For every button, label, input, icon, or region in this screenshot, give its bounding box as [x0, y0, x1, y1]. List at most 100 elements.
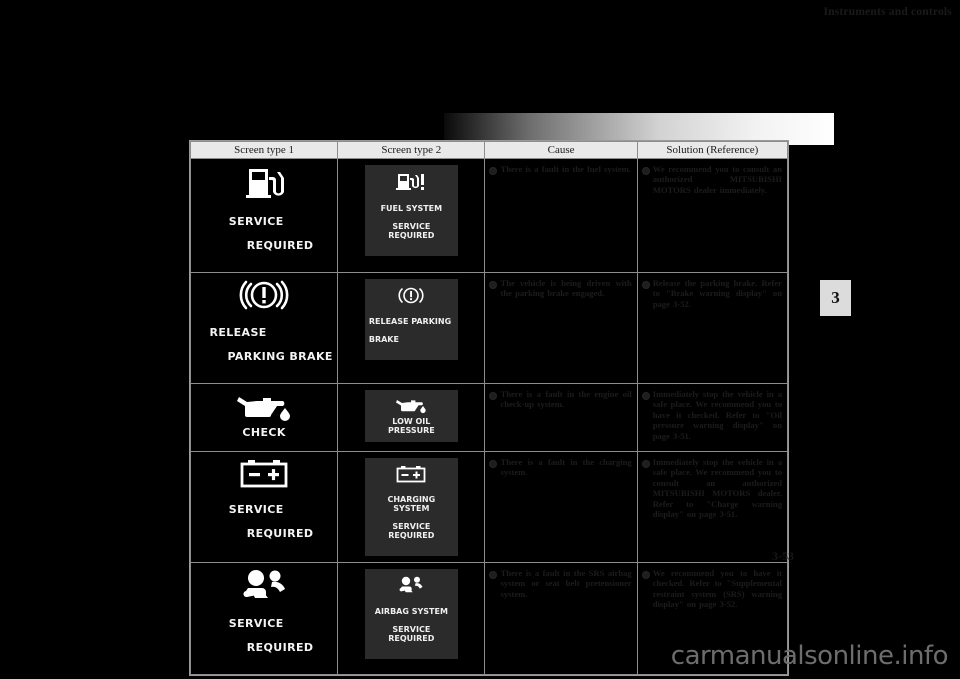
- instrument-display-panel: SERVICE REQUIRED: [191, 563, 337, 674]
- screen-type-2-label-line1: FUEL SYSTEM: [380, 204, 443, 213]
- page-number: 3-53: [772, 549, 794, 563]
- solution-cell: Immediately stop the vehicle in a safe p…: [636, 451, 789, 563]
- screen-type-1-cell: CHECK: [189, 383, 339, 452]
- screen-type-2-label-line2: SERVICE REQUIRED: [388, 222, 435, 240]
- brake-warning-icon: [238, 279, 290, 312]
- airbag-icon: [239, 569, 289, 603]
- screen-type-2-cell: LOW OIL PRESSURE: [337, 383, 486, 452]
- instrument-display-panel: CHARGING SYSTEM SERVICE REQUIRED: [364, 458, 458, 556]
- screen-type-2-label: LOW OIL PRESSURE: [387, 417, 435, 435]
- column-header-solution: Solution (Reference): [636, 141, 789, 159]
- screen-type-2-label: RELEASE PARKING BRAKE: [369, 308, 454, 353]
- cause-cell: The vehicle is being driven with the par…: [484, 272, 638, 384]
- site-watermark: carmanualsonline.info: [670, 641, 949, 671]
- cause-text: There is a fault in the charging system.: [500, 457, 632, 478]
- warning-display-table: Screen type 1 Screen type 2 Cause Soluti…: [189, 140, 789, 676]
- screen-type-2-label: CHARGING SYSTEM SERVICE REQUIRED: [369, 486, 454, 549]
- bullet-icon: [641, 167, 650, 175]
- screen-type-2-label-line1: AIRBAG SYSTEM: [374, 607, 448, 616]
- battery-icon: [238, 458, 290, 489]
- chapter-tab: 3: [820, 280, 851, 316]
- table-header-row: Screen type 1 Screen type 2 Cause Soluti…: [189, 141, 789, 159]
- screen-type-1-label-line2: REQUIRED: [246, 239, 314, 252]
- screen-type-1-label-line2: REQUIRED: [246, 641, 314, 654]
- screen-type-2-cell: CHARGING SYSTEM SERVICE REQUIRED: [337, 451, 486, 563]
- solution-cell: Release the parking brake. Refer to "Bra…: [636, 272, 789, 384]
- bullet-icon: [641, 571, 650, 579]
- cause-cell: There is a fault in the engine oil check…: [484, 383, 638, 452]
- screen-type-1-cell: SERVICE REQUIRED: [189, 562, 339, 675]
- cause-text: There is a fault in the SRS airbag syste…: [500, 568, 632, 599]
- chapter-tab-number: 3: [831, 288, 840, 307]
- screen-type-1-label-line1: SERVICE: [228, 617, 284, 630]
- screen-type-1-cell: SERVICE REQUIRED: [189, 451, 339, 563]
- bullet-icon: [489, 392, 498, 400]
- screen-type-2-cell: RELEASE PARKING BRAKE: [337, 272, 486, 384]
- bullet-icon: [641, 281, 650, 289]
- screen-type-1-cell: SERVICE REQUIRED: [189, 158, 339, 273]
- airbag-icon: [397, 576, 425, 595]
- table-row: CHECK LOW OIL PRESSURE There is a fault …: [189, 383, 789, 452]
- fuel-pump-exclamation-icon: [394, 172, 428, 192]
- instrument-display-panel: FUEL SYSTEM SERVICE REQUIRED: [364, 165, 458, 256]
- table-row: SERVICE REQUIRED: [189, 158, 789, 273]
- cause-text: There is a fault in the engine oil check…: [500, 389, 632, 410]
- cause-text: There is a fault in the fuel system.: [500, 164, 631, 174]
- screen-type-2-cell: AIRBAG SYSTEM SERVICE REQUIRED: [337, 562, 486, 675]
- screen-type-1-label-line1: RELEASE: [209, 326, 267, 339]
- screen-type-1-label: CHECK: [242, 426, 286, 439]
- bullet-icon: [489, 460, 498, 468]
- bullet-icon: [489, 571, 498, 579]
- instrument-display-panel: AIRBAG SYSTEM SERVICE REQUIRED: [364, 569, 458, 659]
- screen-type-2-label: FUEL SYSTEM SERVICE REQUIRED: [369, 195, 454, 249]
- screen-type-1-label: RELEASE PARKING BRAKE: [195, 315, 332, 375]
- instrument-display-panel: RELEASE PARKING BRAKE: [364, 279, 458, 360]
- column-header-screen-type-2: Screen type 2: [337, 141, 486, 159]
- fuel-pump-icon: [241, 165, 287, 201]
- instrument-display-panel: CHECK: [191, 384, 337, 447]
- cause-cell: There is a fault in the charging system.: [484, 451, 638, 563]
- screen-type-2-label-line2: BRAKE: [368, 335, 399, 344]
- screen-type-2-label-line2: SERVICE REQUIRED: [388, 625, 435, 643]
- screen-type-1-label-line2: REQUIRED: [246, 527, 314, 540]
- screen-type-2-label-line2: SERVICE REQUIRED: [388, 522, 435, 540]
- cause-cell: There is a fault in the SRS airbag syste…: [484, 562, 638, 675]
- bullet-icon: [489, 281, 498, 289]
- solution-cell: Immediately stop the vehicle in a safe p…: [636, 383, 789, 452]
- solution-text: We recommend you to consult an authorize…: [652, 164, 782, 195]
- solution-text: Immediately stop the vehicle in a safe p…: [652, 457, 782, 520]
- screen-type-1-label: SERVICE REQUIRED: [215, 492, 314, 552]
- bullet-icon: [641, 392, 650, 400]
- instrument-display-panel: SERVICE REQUIRED: [191, 159, 337, 272]
- instrument-display-panel: RELEASE PARKING BRAKE: [191, 273, 337, 383]
- solution-text: Immediately stop the vehicle in a safe p…: [652, 389, 782, 441]
- bullet-icon: [489, 167, 498, 175]
- solution-text: We recommend you to have it checked. Ref…: [652, 568, 782, 610]
- column-header-screen-type-1: Screen type 1: [189, 141, 339, 159]
- screen-type-1-label-line1: SERVICE: [228, 503, 284, 516]
- brake-warning-icon: [396, 286, 426, 305]
- cause-text: The vehicle is being driven with the par…: [500, 278, 632, 299]
- screen-type-2-label-line1: CHARGING SYSTEM: [387, 495, 436, 513]
- oil-can-icon: [233, 390, 295, 424]
- screen-type-2-cell: FUEL SYSTEM SERVICE REQUIRED: [337, 158, 486, 273]
- oil-can-icon: [394, 397, 428, 414]
- battery-icon: [395, 465, 427, 483]
- solution-cell: We recommend you to consult an authorize…: [636, 158, 789, 273]
- screen-type-1-label-line2: PARKING BRAKE: [227, 350, 333, 363]
- cause-cell: There is a fault in the fuel system.: [484, 158, 638, 273]
- screen-type-2-label-line1: RELEASE PARKING: [368, 317, 452, 326]
- solution-text: Release the parking brake. Refer to "Bra…: [652, 278, 782, 309]
- page-title: Instruments and controls: [823, 6, 952, 18]
- instrument-display-panel: SERVICE REQUIRED: [191, 452, 337, 560]
- bullet-icon: [641, 460, 650, 468]
- screen-type-2-label: AIRBAG SYSTEM SERVICE REQUIRED: [369, 598, 454, 652]
- table-row: RELEASE PARKING BRAKE RELEASE PARKING BR…: [189, 272, 789, 384]
- instrument-display-panel: LOW OIL PRESSURE: [364, 390, 458, 442]
- screen-type-1-label-line1: SERVICE: [228, 215, 284, 228]
- column-header-cause: Cause: [484, 141, 638, 159]
- screen-type-1-cell: RELEASE PARKING BRAKE: [189, 272, 339, 384]
- table-row: SERVICE REQUIRED: [189, 451, 789, 563]
- screen-type-1-label: SERVICE REQUIRED: [215, 204, 314, 264]
- screen-type-1-label: SERVICE REQUIRED: [215, 606, 314, 666]
